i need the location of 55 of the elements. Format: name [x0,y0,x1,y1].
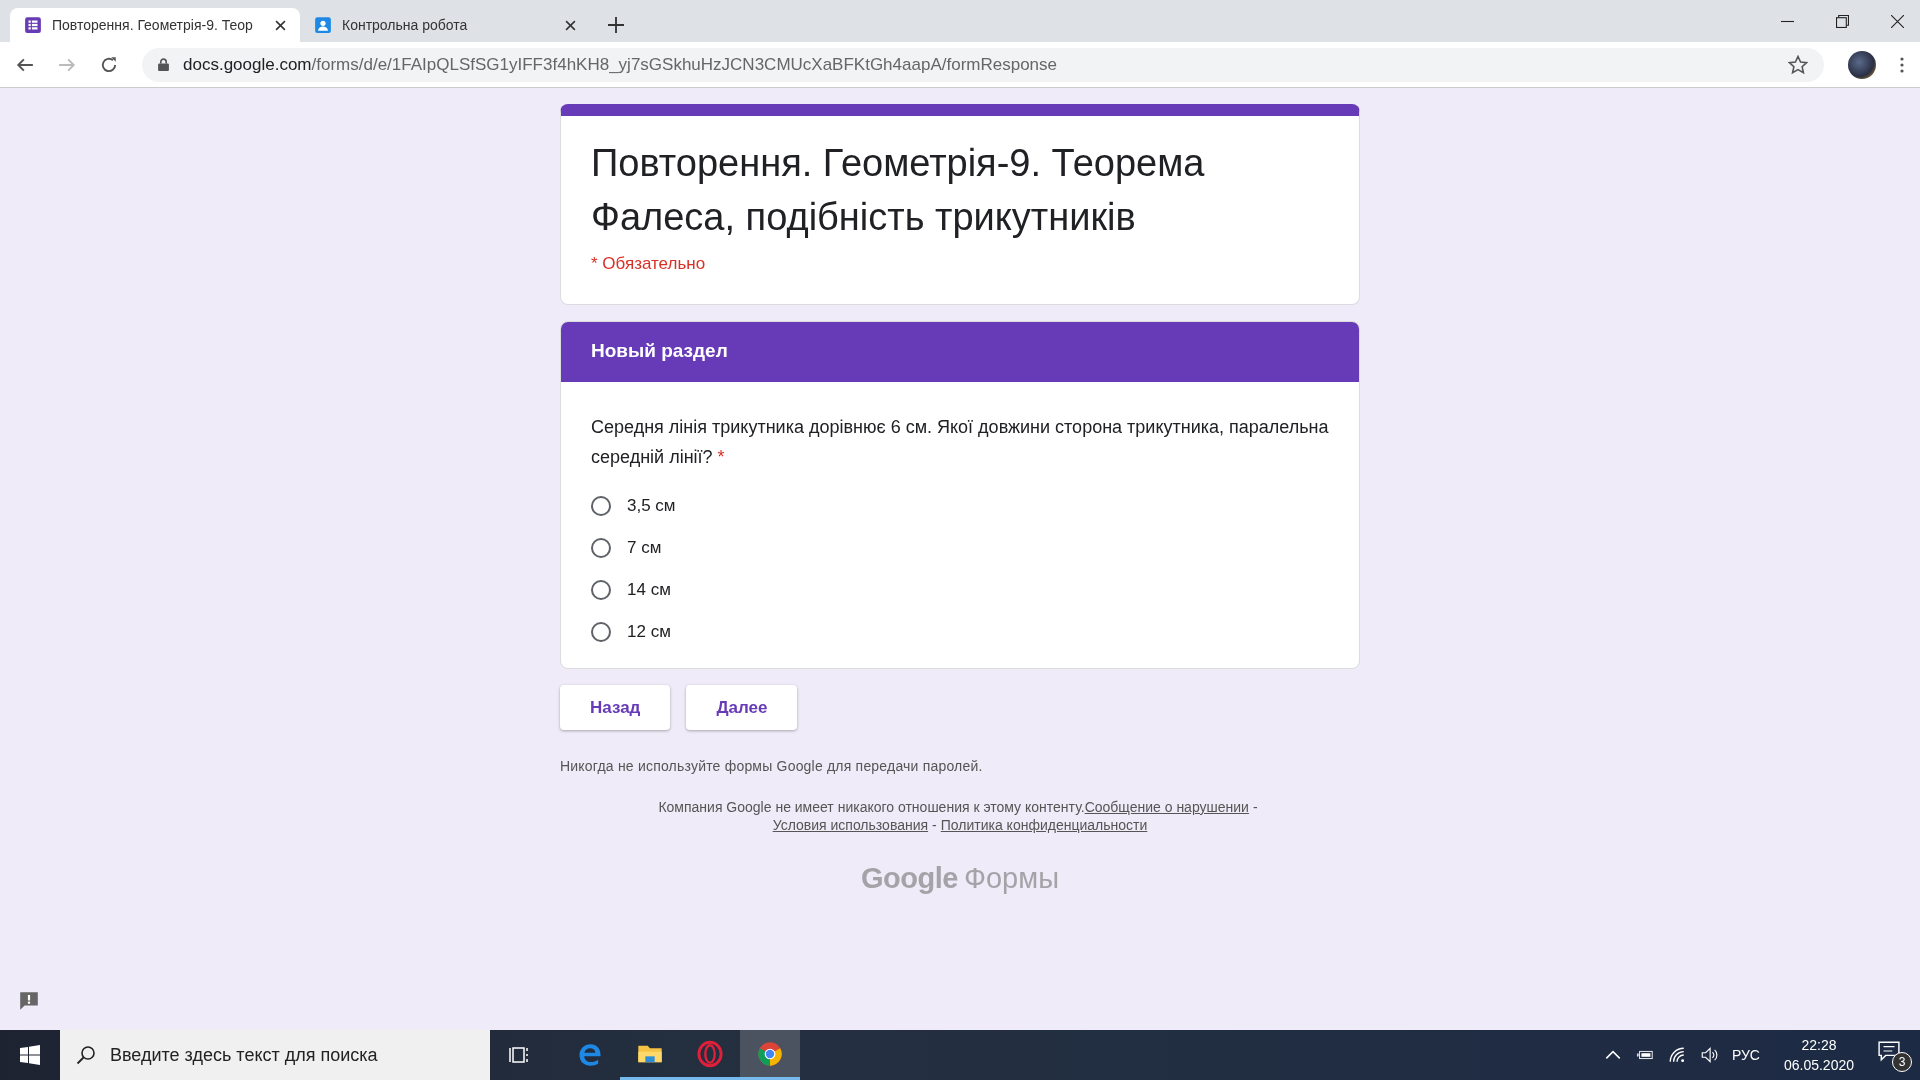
chrome-browser-icon [756,1039,784,1068]
disclaimer-text: Компания Google не имеет никакого отношения к этому контенту. [658,799,1085,815]
new-tab-icon[interactable] [608,17,624,33]
nav-button[interactable]: Назад [560,685,671,730]
tab-title: Повторення. Геометрія-9. Теор [52,17,254,33]
close-icon[interactable] [565,19,576,31]
reload-icon[interactable] [100,55,118,74]
message-icon [1878,1040,1900,1062]
close-icon[interactable] [275,19,286,31]
form-title: Повторення. Геометрія-9. Теорема Фалеса, подібність трикутників [591,141,1206,240]
radio-option[interactable]: 12 см [591,622,1329,642]
ring-logo-icon [696,1039,724,1068]
language-indicator[interactable]: РУС [1731,1047,1760,1063]
radio-button[interactable] [591,496,611,516]
radio-button[interactable] [591,622,611,642]
windows-start-icon[interactable] [20,1045,40,1065]
form-list-icon [24,16,42,34]
tab-title: Контрольна робота [342,17,469,33]
more-options-icon[interactable] [1900,56,1904,73]
restore-icon[interactable] [1836,14,1849,28]
logo-text: Формы [963,862,1059,894]
footer-link[interactable]: Сообщение о нарушении [1084,799,1249,815]
taskbar-app[interactable] [740,1030,800,1080]
search-icon [76,1045,96,1065]
notification-count: 3 [1892,1052,1912,1072]
radio-option[interactable]: 7 см [591,538,1329,558]
radio-option[interactable]: 14 см [591,580,1329,600]
nav-button[interactable]: Далее [686,685,798,730]
required-note: * Обязательно [591,254,707,274]
taskbar-search-field[interactable]: Введите здесь текст для поиска [60,1030,490,1080]
star-icon[interactable] [1788,54,1808,75]
clock-date: 06.05.2020 [1783,1057,1854,1073]
lock-icon [158,58,169,71]
browser-tab[interactable]: Повторення. Геометрія-9. Теор [10,8,300,42]
question-text: Середня лінія трикутника дорівнює 6 см. Якої довжини сторона трикутника, паралельна середній лінії? * [591,416,1329,469]
browser-tab[interactable]: Контрольна робота [300,8,590,42]
separator: - [1252,799,1258,815]
footer-link[interactable]: Условия использования [772,817,929,833]
radio-button[interactable] [591,538,611,558]
close-icon[interactable] [1891,14,1904,28]
footer-link[interactable]: Политика конфиденциальности [940,817,1148,833]
address-field[interactable]: docs.google.com/forms/d/e/1FAIpQLSfSG1yIFF3f4hKH8_yj7sGSkhuHzJCN3CMUcXaBFKtGh4aapA/formResponse [142,47,1824,82]
wifi-icon[interactable] [1667,1046,1686,1064]
separator: - [932,817,937,833]
feedback-icon[interactable] [18,990,40,1012]
profile-avatar[interactable] [1848,50,1876,79]
radio-button[interactable] [591,580,611,600]
url-text: docs.google.com/forms/d/e/1FAIpQLSfSG1yIFF3f4hKH8_yj7sGSkhuHzJCN3CMUcXaBFKtGh4aapA/formResponse [183,54,1057,75]
radio-option[interactable]: 3,5 см [591,496,1329,516]
person-icon [314,16,332,34]
speaker-icon[interactable] [1699,1046,1718,1064]
password-warning: Никогда не используйте формы Google для передачи паролей. [560,758,984,774]
clock-time: 22:28 [1801,1037,1837,1053]
logo-text: Google [861,862,958,894]
section-header: Новый раздел [561,322,1359,382]
